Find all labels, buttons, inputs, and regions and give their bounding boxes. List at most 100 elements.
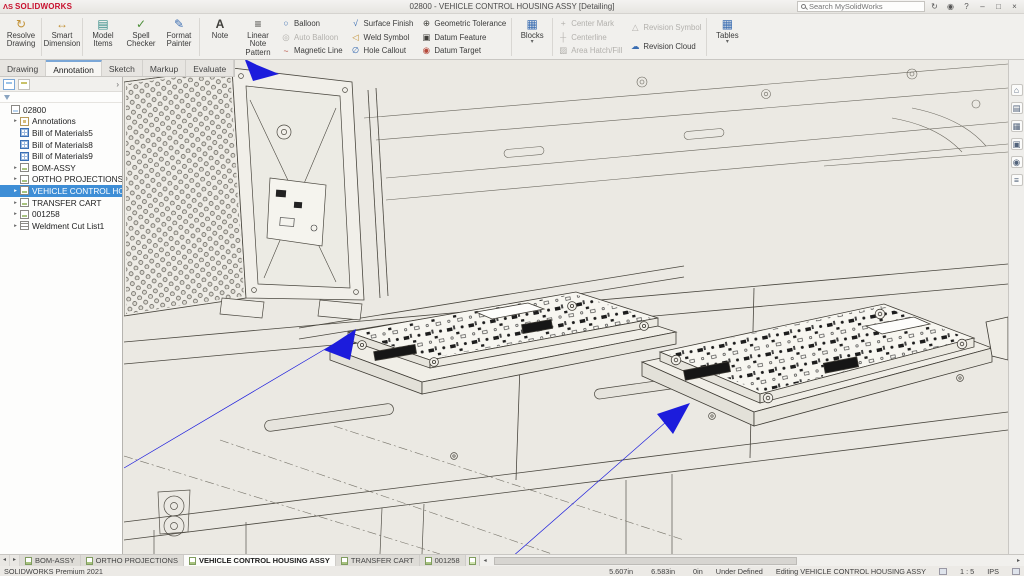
- status-sheet-scale[interactable]: 1 : 5: [960, 567, 974, 576]
- perforated-enclosure[interactable]: [124, 68, 388, 320]
- filter-icon[interactable]: [4, 95, 10, 100]
- status-bar: SOLIDWORKS Premium 2021 5.607in 6.583in …: [0, 566, 1024, 576]
- tree-item-bill-of-materials8[interactable]: Bill of Materials8: [0, 139, 122, 151]
- scroll-right-arrow-icon[interactable]: ▸: [1013, 557, 1024, 564]
- task-pane-appearances-icon[interactable]: ◉: [1011, 156, 1023, 168]
- smart-dimension-button[interactable]: ↔ Smart Dimension: [43, 15, 81, 59]
- status-y: 6.583in: [651, 567, 675, 576]
- tree-item-bom-assy[interactable]: ▸ BOM-ASSY: [0, 162, 122, 174]
- sheet-tab-vehicle-control-housing-assy[interactable]: VEHICLE CONTROL HOUSING ASSY: [184, 555, 336, 566]
- centerline-icon: ┼: [558, 32, 568, 42]
- property-manager-tab-icon[interactable]: [18, 79, 30, 90]
- sheet-scale-icon[interactable]: [939, 568, 947, 575]
- revision-cloud-button[interactable]: ☁ Revision Cloud: [628, 40, 703, 53]
- help-icon[interactable]: ?: [960, 0, 973, 13]
- search-icon: [801, 4, 806, 9]
- note-button[interactable]: A Note: [201, 15, 239, 59]
- tables-dropdown-icon[interactable]: ▾: [726, 40, 729, 45]
- tree-item-bill-of-materials5[interactable]: Bill of Materials5: [0, 127, 122, 139]
- blocks-dropdown-icon[interactable]: ▾: [531, 40, 534, 45]
- task-pane-file-explorer-icon[interactable]: ▦: [1011, 120, 1023, 132]
- blocks-button[interactable]: ▦ Blocks ▾: [513, 15, 551, 59]
- tables-button[interactable]: ▦ Tables ▾: [708, 15, 746, 59]
- tree-item-001258[interactable]: ▸ 001258: [0, 208, 122, 220]
- sheet-tab-transfer-cart[interactable]: TRANSFER CART: [336, 555, 420, 566]
- status-x: 5.607in: [609, 567, 633, 576]
- geometric-tolerance-button[interactable]: ⊕ Geometric Tolerance: [419, 17, 508, 30]
- datum-feature-button[interactable]: ▣ Datum Feature: [419, 31, 508, 44]
- center-mark-button[interactable]: + Center Mark: [556, 17, 624, 30]
- tree-item-annotations[interactable]: ▸ Annotations: [0, 116, 122, 128]
- auto-balloon-button[interactable]: ◎ Auto Balloon: [279, 31, 345, 44]
- datum-target-button[interactable]: ◉ Datum Target: [419, 44, 508, 57]
- sheet-scroll-last-icon[interactable]: ▸: [10, 555, 20, 566]
- format-painter-button[interactable]: ✎ Format Painter: [160, 15, 198, 59]
- tree-item-ortho-projections[interactable]: ▸ ORTHO PROJECTIONS: [0, 174, 122, 186]
- tab-evaluate[interactable]: Evaluate: [186, 60, 234, 76]
- sheet-tab-bom-assy[interactable]: BOM-ASSY: [20, 555, 81, 566]
- task-pane-resources-icon[interactable]: ⌂: [1011, 84, 1023, 96]
- status-options-icon[interactable]: [1012, 568, 1020, 575]
- user-icon[interactable]: ◉: [944, 0, 957, 13]
- sync-icon[interactable]: ↻: [928, 0, 941, 13]
- ribbon-column-symbols: √ Surface Finish ◁ Weld Symbol ∅ Hole Ca…: [347, 15, 418, 59]
- tree-item-bill-of-materials9[interactable]: Bill of Materials9: [0, 150, 122, 162]
- tree-item-02800[interactable]: 02800: [0, 104, 122, 116]
- surface-finish-button[interactable]: √ Surface Finish: [349, 17, 416, 30]
- status-units[interactable]: IPS: [987, 567, 999, 576]
- command-manager-ribbon: ↻ Resolve Drawing ↔ Smart Dimension ▤ Mo…: [0, 14, 1024, 60]
- linear-note-pattern-button[interactable]: ≡ Linear Note Pattern: [239, 15, 277, 59]
- model-items-button[interactable]: ▤ Model Items: [84, 15, 122, 59]
- tree-item-transfer-cart[interactable]: ▸ TRANSFER CART: [0, 197, 122, 209]
- horizontal-scrollbar[interactable]: ◂ ▸: [480, 555, 1024, 566]
- datum-feature-icon: ▣: [421, 32, 431, 43]
- spell-checker-button[interactable]: ✓ Spell Checker: [122, 15, 160, 59]
- smart-dimension-icon: ↔: [56, 17, 68, 32]
- task-pane-design-library-icon[interactable]: ▤: [1011, 102, 1023, 114]
- tab-sketch[interactable]: Sketch: [102, 60, 143, 76]
- sheet-scroll-first-icon[interactable]: ◂: [0, 555, 10, 566]
- scroll-left-arrow-icon[interactable]: ◂: [480, 557, 491, 564]
- centerline-button[interactable]: ┼ Centerline: [556, 31, 624, 44]
- ribbon-separator: [82, 18, 83, 56]
- hole-callout-button[interactable]: ∅ Hole Callout: [349, 44, 416, 57]
- panel-flyout-arrow-icon[interactable]: ›: [116, 80, 119, 89]
- drawing-sheet[interactable]: [124, 60, 1008, 554]
- tree-item-weldment-cut-list1[interactable]: ▸ Weldment Cut List1: [0, 220, 122, 232]
- tab-annotation[interactable]: Annotation: [46, 60, 102, 76]
- format-painter-icon: ✎: [174, 17, 184, 32]
- resolve-drawing-button[interactable]: ↻ Resolve Drawing: [2, 15, 40, 59]
- revision-symbol-button[interactable]: △ Revision Symbol: [628, 21, 703, 34]
- resolve-drawing-icon: ↻: [16, 17, 26, 32]
- tab-drawing[interactable]: Drawing: [0, 60, 46, 76]
- tab-markup[interactable]: Markup: [143, 60, 186, 76]
- status-definition-state: Under Defined: [716, 567, 763, 576]
- balloon-button[interactable]: ○ Balloon: [279, 17, 345, 30]
- sheet-tab-001258[interactable]: 001258: [420, 555, 466, 566]
- sheet-tab-bar: ◂ ▸ BOM-ASSY ORTHO PROJECTIONS VEHICLE C…: [0, 554, 1024, 566]
- sheet-icon: [20, 198, 29, 207]
- ribbon-separator: [199, 18, 200, 56]
- scrollbar-thumb[interactable]: [494, 557, 797, 565]
- sheet-tab-ortho-projections[interactable]: ORTHO PROJECTIONS: [81, 555, 184, 566]
- featuremanager-tree-tab-icon[interactable]: [3, 79, 15, 90]
- drawing-canvas[interactable]: [124, 60, 1008, 554]
- weld-symbol-button[interactable]: ◁ Weld Symbol: [349, 31, 416, 44]
- search-box[interactable]: [797, 1, 925, 12]
- tree-item-vehicle-control-housing-assy[interactable]: ▸ VEHICLE CONTROL HOUSING ASSY: [0, 185, 122, 197]
- magnetic-line-icon: ~: [281, 46, 291, 56]
- ribbon-column-datums: ⊕ Geometric Tolerance ▣ Datum Feature ◉ …: [417, 15, 510, 59]
- maximize-button[interactable]: □: [992, 0, 1005, 13]
- minimize-button[interactable]: –: [976, 0, 989, 13]
- scrollbar-track[interactable]: [491, 556, 1013, 566]
- status-right: 5.607in 6.583in 0in Under Defined Editin…: [580, 567, 1020, 576]
- sheet-icon: [86, 557, 93, 565]
- magnetic-line-button[interactable]: ~ Magnetic Line: [279, 44, 345, 57]
- close-button[interactable]: ×: [1008, 0, 1021, 13]
- area-hatch-fill-button[interactable]: ▨ Area Hatch/Fill: [556, 44, 624, 57]
- add-sheet-icon[interactable]: [466, 555, 480, 566]
- task-pane-custom-properties-icon[interactable]: ≡: [1011, 174, 1023, 186]
- tables-icon: ▦: [722, 17, 733, 32]
- task-pane-view-palette-icon[interactable]: ▣: [1011, 138, 1023, 150]
- search-input[interactable]: [809, 2, 921, 11]
